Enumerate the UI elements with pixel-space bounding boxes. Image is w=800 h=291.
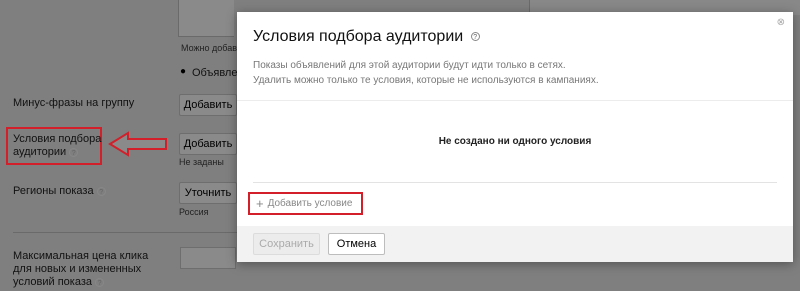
regions-label-text: Регионы показа [13,185,94,197]
max-price-label: Максимальная цена клика для новых и изме… [13,250,148,289]
announcement-text: Объявлен [192,67,244,79]
modal-title: Условия подбора аудитории ? [253,28,480,46]
audience-label: Условия подбора аудитории ? [13,133,101,159]
info-icon: ● [180,66,187,77]
empty-state-text: Не создано ни одного условия [438,136,592,147]
textarea-hint: Можно добави [181,43,243,53]
max-price-line2: для новых и измененных [13,263,142,275]
max-price-line3: условий показа [13,276,93,288]
help-icon[interactable]: ? [96,186,106,196]
regions-label: Регионы показа ? [13,185,106,198]
max-price-input[interactable] [180,247,236,269]
add-condition-button[interactable]: + Добавить условие [248,192,363,215]
save-button[interactable]: Сохранить [253,233,320,255]
audience-label-line2: аудитории [13,146,67,158]
modal-description: Показы объявлений для этой аудитории буд… [253,58,599,88]
header-divider [237,100,793,101]
modal-desc-line1: Показы объявлений для этой аудитории буд… [253,60,566,71]
help-icon[interactable]: ? [69,147,79,157]
audience-add-button[interactable]: Добавить [179,133,237,155]
audience-label-line1: Условия подбора [13,133,102,145]
minus-phrases-add-button[interactable]: Добавить [179,94,237,116]
audience-status: Не заданы [179,157,224,167]
list-divider [253,182,777,183]
section-divider [13,232,237,233]
plus-icon: + [256,196,264,211]
help-icon[interactable]: ? [95,277,105,287]
cancel-button[interactable]: Отмена [328,233,385,255]
add-condition-label: Добавить условие [267,198,353,209]
phrases-textarea[interactable] [178,0,234,37]
modal-title-text: Условия подбора аудитории [253,28,464,45]
modal-footer: Сохранить Отмена [237,226,793,262]
close-icon[interactable]: ⊗ [777,17,785,28]
help-icon[interactable]: ? [470,32,480,42]
regions-value: Россия [179,207,209,217]
audience-conditions-modal: ⊗ Условия подбора аудитории ? Показы объ… [237,12,793,262]
modal-desc-line2: Удалить можно только те условия, которые… [253,75,599,86]
max-price-line3-wrap: условий показа ? [13,276,148,289]
regions-refine-button[interactable]: Уточнить [179,182,237,204]
max-price-line1: Максимальная цена клика [13,250,149,262]
left-arrow-icon [108,131,167,157]
minus-phrases-label: Минус-фразы на группу [13,97,135,109]
audience-label-line2-wrap: аудитории ? [13,146,101,159]
